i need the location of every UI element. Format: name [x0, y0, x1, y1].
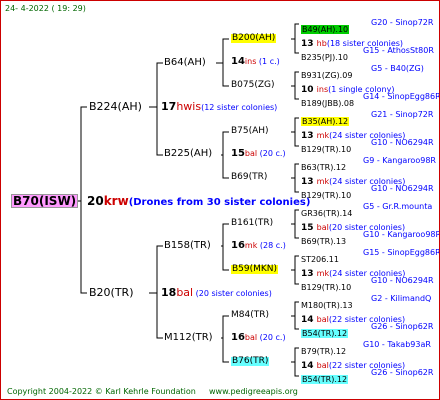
l3-queen-7-id[interactable]: M84(TR): [231, 311, 269, 320]
l4-queen-reference: G20 - Sinop72R: [371, 18, 434, 27]
l4-queen-row[interactable]: B69(TR).13 G10 - Kangaroo98R: [301, 231, 439, 247]
l4-queen-row[interactable]: B129(TR).10 G10 - NO6294R: [301, 185, 434, 201]
l4-queen-id[interactable]: B129(TR).10: [301, 283, 351, 292]
l4-queen-id[interactable]: B189(JBB).08: [301, 99, 354, 108]
l2-queen-1-id[interactable]: B64(AH): [164, 58, 206, 68]
l4-queen-row[interactable]: B129(TR).10 G10 - NO6294R: [301, 277, 434, 293]
root-note: (Drones from 30 sister colonies): [128, 197, 311, 208]
l1-queen-a-info: 17hwis(12 sister colonies): [161, 100, 278, 113]
l2-queen-2-id[interactable]: B225(AH): [164, 149, 212, 159]
l4-queen-reference: G5 - Gr.R.mounta: [363, 202, 433, 211]
l2-queen-3-id[interactable]: B158(TR): [164, 241, 211, 251]
footer-copyright: Copyright 2004-2022 © Karl Kehrle Founda…: [7, 387, 196, 396]
l4-queen-reference: G10 - NO6294R: [371, 184, 434, 193]
l4-queen-reference: G10 - NO6294R: [371, 276, 434, 285]
l4-queen-reference: G15 - AthosSt80R: [363, 46, 434, 55]
l4-queen-reference: G10 - Kangaroo98R: [363, 230, 440, 239]
l4-queen-reference: G5 - B40(ZG): [371, 64, 424, 73]
l2-queen-1-info: 14ins (1 c.): [231, 56, 280, 67]
l4-queen-reference: G10 - Takab93aR: [363, 340, 431, 349]
l4-queen-id[interactable]: B54(TR).12: [301, 329, 349, 338]
l4-queen-row[interactable]: B54(TR).12 G26 - Sinop62R: [301, 323, 433, 339]
root-year: 20: [87, 194, 104, 208]
pedigree-frame: 24- 4-2022 ( 19: 29) B70(ISW) 20krw(Dron…: [0, 0, 440, 400]
l4-queen-reference: G10 - NO6294R: [371, 138, 434, 147]
l3-queen-4-id[interactable]: B69(TR): [231, 173, 267, 182]
l2-queen-3-info: 16mk (28 c.): [231, 240, 286, 251]
l4-queen-row[interactable]: B129(TR).10 G10 - NO6294R: [301, 139, 434, 155]
l4-queen-reference: G26 - Sinop62R: [371, 368, 434, 377]
l1-queen-a-id[interactable]: B224(AH): [89, 101, 142, 112]
l3-queen-8-id[interactable]: B76(TR): [231, 357, 270, 366]
l4-queen-id[interactable]: B54(TR).12: [301, 375, 349, 384]
l3-queen-2-id[interactable]: B075(ZG): [231, 81, 275, 90]
l4-queen-row[interactable]: B189(JBB).08 G14 - SinopEgg86R: [301, 93, 439, 109]
l2-queen-4-info: 16bal (20 c.): [231, 332, 286, 343]
root-queen-id[interactable]: B70(ISW): [11, 194, 79, 208]
root-info: 20krw(Drones from 30 sister colonies): [87, 195, 310, 208]
l3-queen-6-id[interactable]: B59(MKN): [231, 265, 279, 274]
l4-queen-reference: G9 - Kangaroo98R: [363, 156, 436, 165]
l4-queen-reference: G21 - Sinop72R: [371, 110, 434, 119]
l3-queen-5-id[interactable]: B161(TR): [231, 219, 273, 228]
l2-queen-2-info: 15bal (20 c.): [231, 148, 286, 159]
root-breeder: krw: [103, 194, 129, 208]
header-date: 24- 4-2022 ( 19: 29): [5, 4, 86, 13]
l4-queen-row[interactable]: B54(TR).12 G26 - Sinop62R: [301, 369, 433, 385]
l4-queen-id[interactable]: B129(TR).10: [301, 145, 351, 154]
l1-queen-b-info: 18bal (20 sister colonies): [161, 286, 272, 299]
l4-queen-reference: G14 - SinopEgg86R: [363, 92, 440, 101]
l1-queen-b-id[interactable]: B20(TR): [89, 287, 134, 298]
l4-queen-reference: G26 - Sinop62R: [371, 322, 434, 331]
l3-queen-1-id[interactable]: B200(AH): [231, 34, 277, 43]
l2-queen-4-id[interactable]: M112(TR): [164, 333, 213, 343]
footer-url[interactable]: www.pedigreeapis.org: [209, 388, 298, 396]
l4-queen-id[interactable]: B235(PJ).10: [301, 53, 348, 62]
l4-queen-reference: G15 - SinopEgg86R: [363, 248, 440, 257]
l4-queen-row[interactable]: B235(PJ).10 G15 - AthosSt80R: [301, 47, 434, 63]
l4-queen-id[interactable]: B129(TR).10: [301, 191, 351, 200]
l3-queen-3-id[interactable]: B75(AH): [231, 127, 269, 136]
l4-queen-reference: G2 - KilimandQ: [371, 294, 432, 303]
l4-queen-id[interactable]: B69(TR).13: [301, 237, 346, 246]
